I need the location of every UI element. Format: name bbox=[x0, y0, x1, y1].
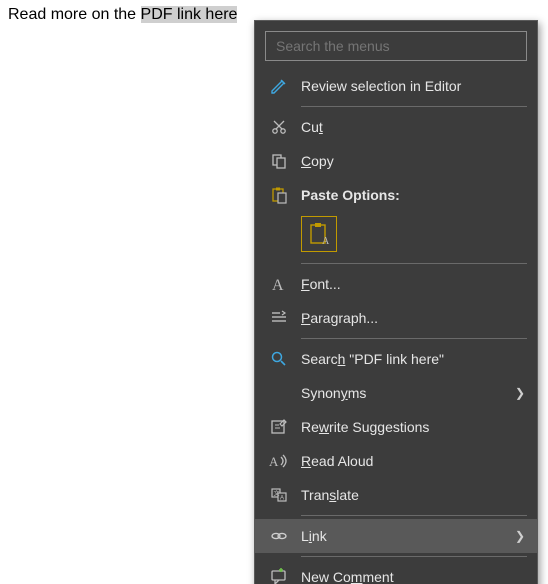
menu-item-rewrite-suggestions[interactable]: Rewrite Suggestions bbox=[255, 410, 537, 444]
svg-text:A: A bbox=[269, 454, 279, 469]
read-aloud-icon: A bbox=[267, 452, 291, 470]
menu-label: Font... bbox=[291, 276, 525, 292]
menu-item-review-selection[interactable]: Review selection in Editor bbox=[255, 69, 537, 103]
clipboard-a-icon: A bbox=[308, 222, 330, 246]
menu-item-new-comment[interactable]: New Comment bbox=[255, 560, 537, 584]
selected-text[interactable]: PDF link here bbox=[141, 6, 238, 23]
menu-label: Search "PDF link here" bbox=[291, 351, 525, 367]
menu-label: Copy bbox=[291, 153, 525, 169]
menu-label: Synonyms bbox=[291, 385, 509, 401]
menu-item-search-selection[interactable]: Search "PDF link here" bbox=[255, 342, 537, 376]
paragraph-icon bbox=[267, 309, 291, 327]
menu-item-synonyms[interactable]: Synonyms ❯ bbox=[255, 376, 537, 410]
menu-item-paragraph[interactable]: Paragraph... bbox=[255, 301, 537, 335]
scissors-icon bbox=[267, 118, 291, 136]
chevron-right-icon: ❯ bbox=[509, 529, 525, 543]
separator bbox=[301, 338, 527, 339]
svg-text:A: A bbox=[322, 236, 330, 246]
separator bbox=[301, 106, 527, 107]
separator bbox=[301, 263, 527, 264]
svg-text:A: A bbox=[280, 496, 284, 502]
menu-label: Paragraph... bbox=[291, 310, 525, 326]
menu-item-translate[interactable]: 文A Translate bbox=[255, 478, 537, 512]
svg-text:A: A bbox=[272, 277, 284, 293]
menu-item-cut[interactable]: Cut bbox=[255, 110, 537, 144]
document-text[interactable]: Read more on the PDF link here bbox=[8, 6, 237, 23]
menu-item-font[interactable]: A Font... bbox=[255, 267, 537, 301]
translate-icon: 文A bbox=[267, 486, 291, 504]
menu-label: Cut bbox=[291, 119, 525, 135]
pen-icon bbox=[267, 77, 291, 95]
rewrite-icon bbox=[267, 418, 291, 436]
search-wrap bbox=[255, 27, 537, 69]
copy-icon bbox=[267, 152, 291, 170]
context-menu: Review selection in Editor Cut Copy Past… bbox=[254, 20, 538, 584]
search-menus-input[interactable] bbox=[265, 31, 527, 61]
document-area[interactable]: Read more on the PDF link here Review se… bbox=[0, 0, 548, 584]
menu-label: Rewrite Suggestions bbox=[291, 419, 525, 435]
svg-text:文: 文 bbox=[274, 490, 280, 498]
separator bbox=[301, 556, 527, 557]
search-icon bbox=[267, 350, 291, 368]
paste-options-row: A bbox=[255, 212, 537, 260]
menu-item-copy[interactable]: Copy bbox=[255, 144, 537, 178]
menu-label: Read Aloud bbox=[291, 453, 525, 469]
paste-icon bbox=[267, 186, 291, 204]
menu-item-link[interactable]: Link ❯ bbox=[255, 519, 537, 553]
comment-icon bbox=[267, 568, 291, 584]
font-a-icon: A bbox=[267, 275, 291, 293]
menu-label: Link bbox=[291, 528, 509, 544]
link-icon bbox=[267, 527, 291, 545]
menu-label: Review selection in Editor bbox=[291, 78, 525, 94]
menu-label: Translate bbox=[291, 487, 525, 503]
paste-keep-source-button[interactable]: A bbox=[301, 216, 337, 252]
menu-label: New Comment bbox=[291, 569, 525, 584]
menu-label: Paste Options: bbox=[291, 187, 525, 203]
chevron-right-icon: ❯ bbox=[509, 386, 525, 400]
menu-item-read-aloud[interactable]: A Read Aloud bbox=[255, 444, 537, 478]
menu-item-paste-options: Paste Options: bbox=[255, 178, 537, 212]
text-before: Read more on the bbox=[8, 6, 141, 23]
separator bbox=[301, 515, 527, 516]
